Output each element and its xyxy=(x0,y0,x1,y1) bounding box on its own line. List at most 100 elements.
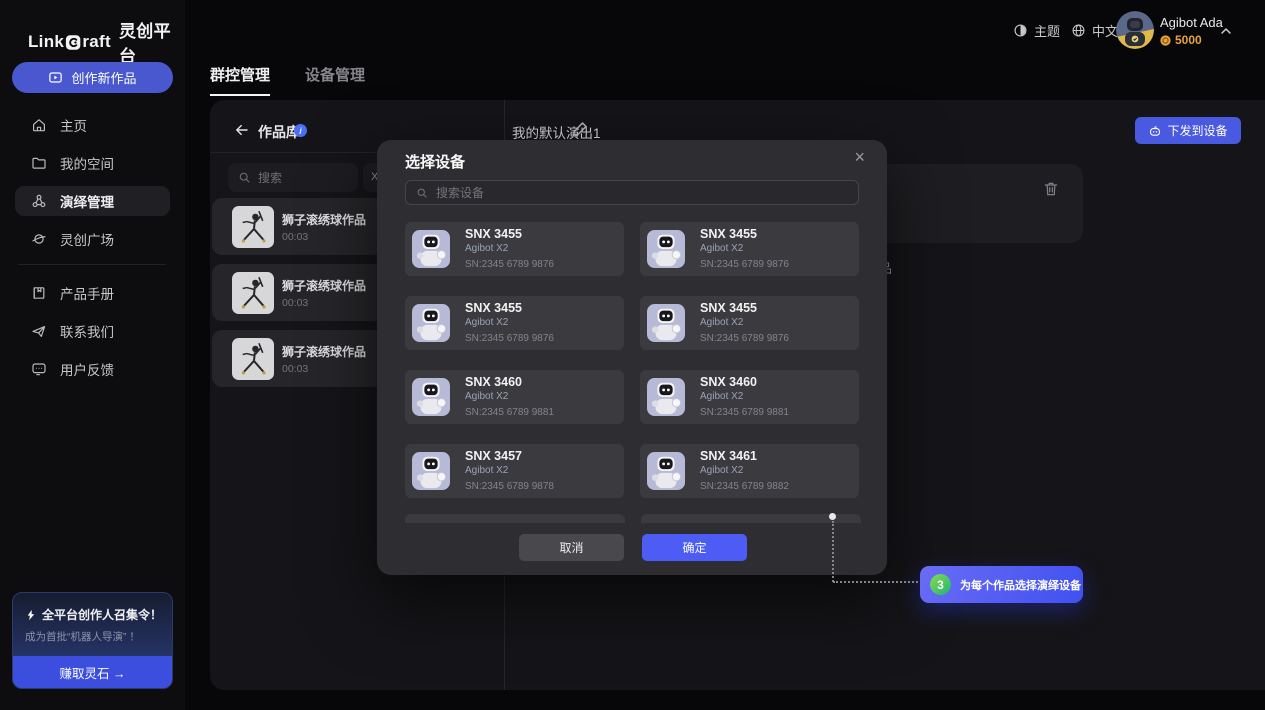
work-card[interactable]: 狮子滚绣球作品 00:03 xyxy=(212,330,384,387)
theme-toggle[interactable]: 主题 xyxy=(1013,21,1060,40)
device-model: Agibot X2 xyxy=(465,392,554,402)
work-duration: 00:03 xyxy=(282,363,366,375)
sidebar-nav-item[interactable]: 产品手册 xyxy=(15,278,170,308)
robot-avatar xyxy=(647,304,685,342)
device-model: Agibot X2 xyxy=(465,466,554,476)
edit-pencil-icon[interactable] xyxy=(570,119,590,139)
sidebar-nav-label: 演绎管理 xyxy=(60,191,114,211)
coin-balance-row: 5000 xyxy=(1160,33,1223,47)
device-name: SNX 3460 xyxy=(465,376,554,389)
device-card[interactable]: SNX 3455 Agibot X2 SN:2345 6789 9876 xyxy=(405,296,624,350)
work-duration: 00:03 xyxy=(282,297,366,309)
app-root: Linkraft 灵创平台 创作新作品 主页 我的空间 xyxy=(0,0,1265,710)
brand-name-right: raft xyxy=(82,32,111,52)
theme-label: 主题 xyxy=(1034,21,1060,40)
partial-device-card xyxy=(641,514,861,523)
device-card[interactable]: SNX 3455 Agibot X2 SN:2345 6789 9876 xyxy=(640,222,859,276)
back-arrow-icon[interactable] xyxy=(234,122,250,138)
device-name: SNX 3460 xyxy=(700,376,789,389)
info-icon[interactable]: i xyxy=(294,124,307,137)
trash-icon[interactable] xyxy=(1042,180,1060,198)
sidebar-nav-label: 用户反馈 xyxy=(60,359,114,379)
globe-icon xyxy=(1071,23,1086,38)
robot-avatar xyxy=(647,452,685,490)
sidebar-nav-label: 灵创广场 xyxy=(60,229,114,249)
sidebar-nav-label: 联系我们 xyxy=(60,321,114,341)
work-thumbnail xyxy=(232,338,274,380)
device-serial: SN:2345 6789 9876 xyxy=(465,260,554,270)
sidebar-nav-item[interactable]: 演绎管理 xyxy=(15,186,170,216)
device-card[interactable]: SNX 3455 Agibot X2 SN:2345 6789 9876 xyxy=(640,296,859,350)
promo-subtitle: 成为首批“机器人导演” ！ xyxy=(25,629,140,644)
device-model: Agibot X2 xyxy=(700,318,789,328)
sidebar-nav-item[interactable]: 联系我们 xyxy=(15,316,170,346)
tooltip-text: 为每个作品选择演绎设备 xyxy=(960,577,1081,593)
device-serial: SN:2345 6789 9878 xyxy=(465,482,554,492)
language-label: 中文 xyxy=(1092,21,1118,40)
device-serial: SN:2345 6789 9882 xyxy=(700,482,789,492)
device-card[interactable]: SNX 3460 Agibot X2 SN:2345 6789 9881 xyxy=(640,370,859,424)
confirm-button[interactable]: 确定 xyxy=(642,534,747,561)
deploy-label: 下发到设备 xyxy=(1167,122,1227,139)
step-badge: 3 xyxy=(930,574,951,595)
lightning-icon xyxy=(25,609,37,621)
theme-icon xyxy=(1013,23,1028,38)
folder-icon xyxy=(31,155,47,171)
sidebar-nav-label: 我的空间 xyxy=(60,153,114,173)
device-serial: SN:2345 6789 9881 xyxy=(465,408,554,418)
robot-avatar xyxy=(412,230,450,268)
device-grid: SNX 3455 Agibot X2 SN:2345 6789 9876 SNX… xyxy=(405,222,861,498)
earn-stones-button[interactable]: 赚取灵石 → xyxy=(13,656,172,688)
work-card[interactable]: 狮子滚绣球作品 00:03 xyxy=(212,198,384,255)
planet-icon xyxy=(31,231,47,247)
create-work-label: 创作新作品 xyxy=(71,68,136,87)
device-name: SNX 3455 xyxy=(465,228,554,241)
deploy-to-device-button[interactable]: 下发到设备 xyxy=(1135,117,1241,144)
create-work-button[interactable]: 创作新作品 xyxy=(12,62,173,93)
robot-icon xyxy=(1148,124,1162,138)
work-thumbnail xyxy=(232,272,274,314)
sidebar-nav-primary: 主页 我的空间 演绎管理 灵创广场 xyxy=(0,110,185,254)
search-icon xyxy=(238,171,251,184)
robot-avatar xyxy=(412,378,450,416)
close-icon[interactable]: × xyxy=(854,148,865,166)
select-device-modal: 选择设备 × SNX 3455 Agibot X2 SN:2345 6789 9… xyxy=(377,140,887,575)
device-serial: SN:2345 6789 9876 xyxy=(700,260,789,270)
promo-title-row: 全平台创作人召集令！ xyxy=(25,606,162,623)
language-switcher[interactable]: 中文 xyxy=(1071,21,1118,40)
user-avatar[interactable] xyxy=(1116,11,1154,49)
device-name: SNX 3455 xyxy=(700,228,789,241)
device-model: Agibot X2 xyxy=(700,466,789,476)
tab-device-management[interactable]: 设备管理 xyxy=(305,64,365,94)
brand-name-cn: 灵创平台 xyxy=(119,17,185,67)
device-card[interactable]: SNX 3460 Agibot X2 SN:2345 6789 9881 xyxy=(405,370,624,424)
device-model: Agibot X2 xyxy=(700,244,789,254)
chevron-up-icon[interactable] xyxy=(1218,23,1234,39)
sidebar-nav-item[interactable]: 主页 xyxy=(15,110,170,140)
send-icon xyxy=(31,323,47,339)
work-card[interactable]: 狮子滚绣球作品 00:03 xyxy=(212,264,384,321)
tab-group-control[interactable]: 群控管理 xyxy=(210,64,270,96)
work-list: 狮子滚绣球作品 00:03 狮子滚绣球作品 00:03 狮子滚绣球作品 00:0… xyxy=(212,198,384,387)
device-card[interactable]: SNX 3457 Agibot X2 SN:2345 6789 9878 xyxy=(405,444,624,498)
library-search-input[interactable] xyxy=(258,171,343,185)
sidebar-divider xyxy=(18,264,166,265)
device-card[interactable]: SNX 3455 Agibot X2 SN:2345 6789 9876 xyxy=(405,222,624,276)
robot-avatar xyxy=(647,230,685,268)
modal-title: 选择设备 xyxy=(405,151,465,172)
device-card[interactable]: SNX 3461 Agibot X2 SN:2345 6789 9882 xyxy=(640,444,859,498)
library-search[interactable] xyxy=(228,163,358,192)
device-search[interactable] xyxy=(405,180,859,205)
cancel-button[interactable]: 取消 xyxy=(519,534,624,561)
work-title: 狮子滚绣球作品 xyxy=(282,211,366,228)
device-search-input[interactable] xyxy=(436,186,826,200)
home-icon xyxy=(31,117,47,133)
partial-device-card xyxy=(405,514,625,523)
sidebar-nav-item[interactable]: 我的空间 xyxy=(15,148,170,178)
device-model: Agibot X2 xyxy=(700,392,789,402)
sidebar-nav-item[interactable]: 灵创广场 xyxy=(15,224,170,254)
sidebar-nav-item[interactable]: 用户反馈 xyxy=(15,354,170,384)
work-thumbnail xyxy=(232,206,274,248)
device-model: Agibot X2 xyxy=(465,318,554,328)
onboarding-tooltip: 3 为每个作品选择演绎设备 xyxy=(920,566,1083,603)
